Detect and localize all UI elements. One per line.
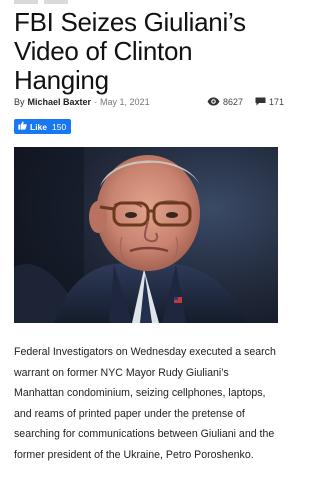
author-link[interactable]: Michael Baxter <box>28 97 92 107</box>
like-count: 150 <box>52 121 67 132</box>
comment-icon <box>255 97 266 108</box>
article-stats: 8627 171 <box>207 97 284 108</box>
article-photo[interactable] <box>14 147 278 323</box>
comment-count[interactable]: 171 <box>255 97 284 108</box>
thumbs-up-icon <box>18 121 27 132</box>
facebook-like-button[interactable]: Like 150 <box>14 119 72 134</box>
eye-icon <box>207 97 220 108</box>
article-meta: By Michael Baxter - May 1, 2021 8627 171 <box>14 95 284 109</box>
article-body: Federal Investigators on Wednesday execu… <box>14 346 276 461</box>
article-title: FBI Seizes Giuliani’s Video of Clinton H… <box>14 7 246 95</box>
category-tabs <box>14 0 68 4</box>
portrait-illustration <box>14 147 278 323</box>
category-tab-placeholder[interactable] <box>44 0 68 4</box>
comment-count-value: 171 <box>268 97 284 107</box>
view-count-value: 8627 <box>222 97 243 107</box>
category-tab-placeholder[interactable] <box>14 0 38 4</box>
like-label: Like <box>30 121 48 132</box>
byline-prefix: By <box>14 97 25 107</box>
meta-separator: - <box>94 97 98 107</box>
publish-date: May 1, 2021 <box>100 97 150 107</box>
view-count: 8627 <box>207 97 243 108</box>
